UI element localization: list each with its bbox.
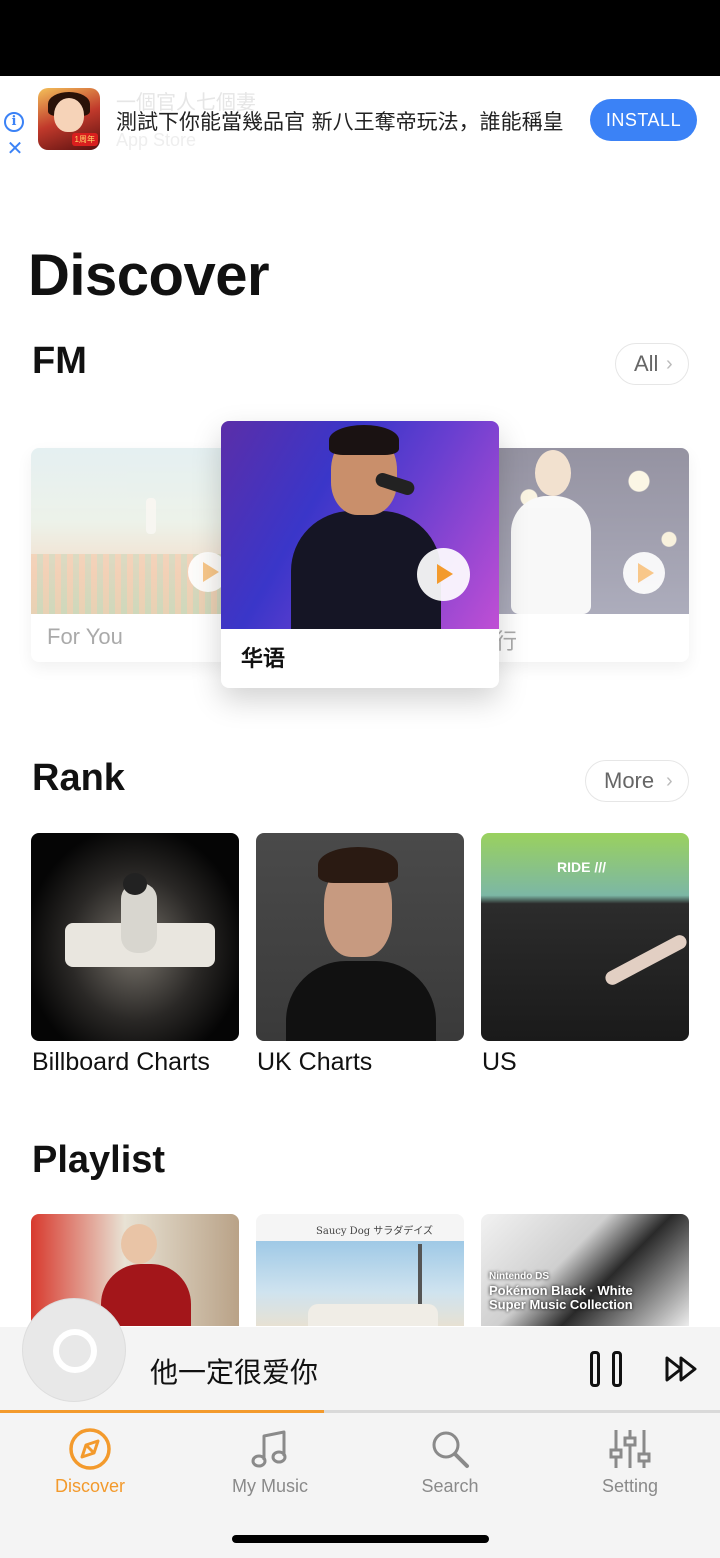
rank-label-us[interactable]: US (482, 1048, 517, 1077)
tab-setting[interactable]: Setting (540, 1422, 720, 1512)
us-cover-title: RIDE /// (557, 859, 607, 875)
album-disc-icon[interactable] (22, 1298, 126, 1402)
fm-card-for-you[interactable]: For You (31, 448, 231, 662)
tab-label: Discover (54, 1476, 125, 1496)
playlist-cover-3-line3: Super Music Collection (489, 1297, 633, 1312)
ad-app-icon[interactable]: 1周年 (38, 88, 100, 150)
now-playing-title[interactable]: 他一定很爱你 (150, 1351, 318, 1391)
rank-more-button[interactable]: More › (585, 760, 689, 802)
rank-more-label: More (604, 768, 655, 793)
fast-forward-icon[interactable] (664, 1352, 700, 1386)
playlist-cover-3[interactable]: Nintendo DS Pokémon Black · White Super … (481, 1214, 689, 1326)
playlist-cover-3-line1: Nintendo DS (489, 1271, 549, 1282)
search-icon (432, 1431, 469, 1468)
page-title: Discover (28, 243, 270, 308)
tab-label: Search (421, 1476, 479, 1496)
ad-app-icon-tag: 1周年 (71, 133, 98, 146)
fm-card-art (31, 448, 231, 614)
fm-card-art (221, 421, 499, 629)
tab-my-music[interactable]: My Music (180, 1422, 360, 1512)
rank-label-uk[interactable]: UK Charts (257, 1048, 372, 1077)
fm-card-right[interactable]: 行 (489, 448, 689, 662)
playlist-cover-2-caption: Saucy Dog サラダデイズ (316, 1226, 433, 1237)
fm-all-button[interactable]: All › (615, 343, 689, 385)
compass-icon (69, 1428, 111, 1470)
ad-text[interactable]: 測試下你能當幾品官 新八王奪帝玩法，誰能稱皇 (116, 106, 564, 136)
playlist-cover-2[interactable]: Saucy Dog サラダデイズ (256, 1214, 464, 1326)
fm-all-label: All (634, 351, 659, 376)
fm-card-art (489, 448, 689, 614)
ad-install-button[interactable]: INSTALL (590, 99, 697, 141)
ad-info-icon[interactable]: i (4, 112, 24, 132)
chevron-right-icon: › (666, 353, 673, 375)
status-bar (0, 0, 720, 76)
sliders-icon (609, 1430, 651, 1468)
playlist-cover-3-line2: Pokémon Black · White (489, 1283, 633, 1298)
chevron-right-icon: › (666, 770, 673, 792)
fm-card-huayu[interactable]: 华语 (221, 421, 499, 688)
tab-search[interactable]: Search (360, 1422, 540, 1512)
fm-section-title: FM (32, 340, 87, 382)
rank-cover-uk[interactable] (256, 833, 464, 1041)
play-icon[interactable] (417, 548, 470, 601)
play-icon[interactable] (623, 552, 665, 594)
playlist-section-title: Playlist (32, 1139, 166, 1181)
rank-label-billboard[interactable]: Billboard Charts (32, 1048, 210, 1077)
tab-discover[interactable]: Discover (0, 1422, 180, 1512)
tab-label: My Music (232, 1476, 308, 1496)
pause-icon[interactable] (590, 1351, 622, 1387)
rank-cover-billboard[interactable] (31, 833, 239, 1041)
tab-label: Setting (601, 1476, 659, 1496)
rank-section-title: Rank (32, 757, 125, 799)
fm-card-label: 华语 (241, 647, 286, 672)
music-note-icon (251, 1430, 287, 1468)
ad-close-icon[interactable]: ✕ (4, 138, 26, 160)
fm-card-label: For You (47, 624, 123, 649)
home-indicator (232, 1535, 489, 1543)
rank-cover-us[interactable]: RIDE /// (481, 833, 689, 1041)
